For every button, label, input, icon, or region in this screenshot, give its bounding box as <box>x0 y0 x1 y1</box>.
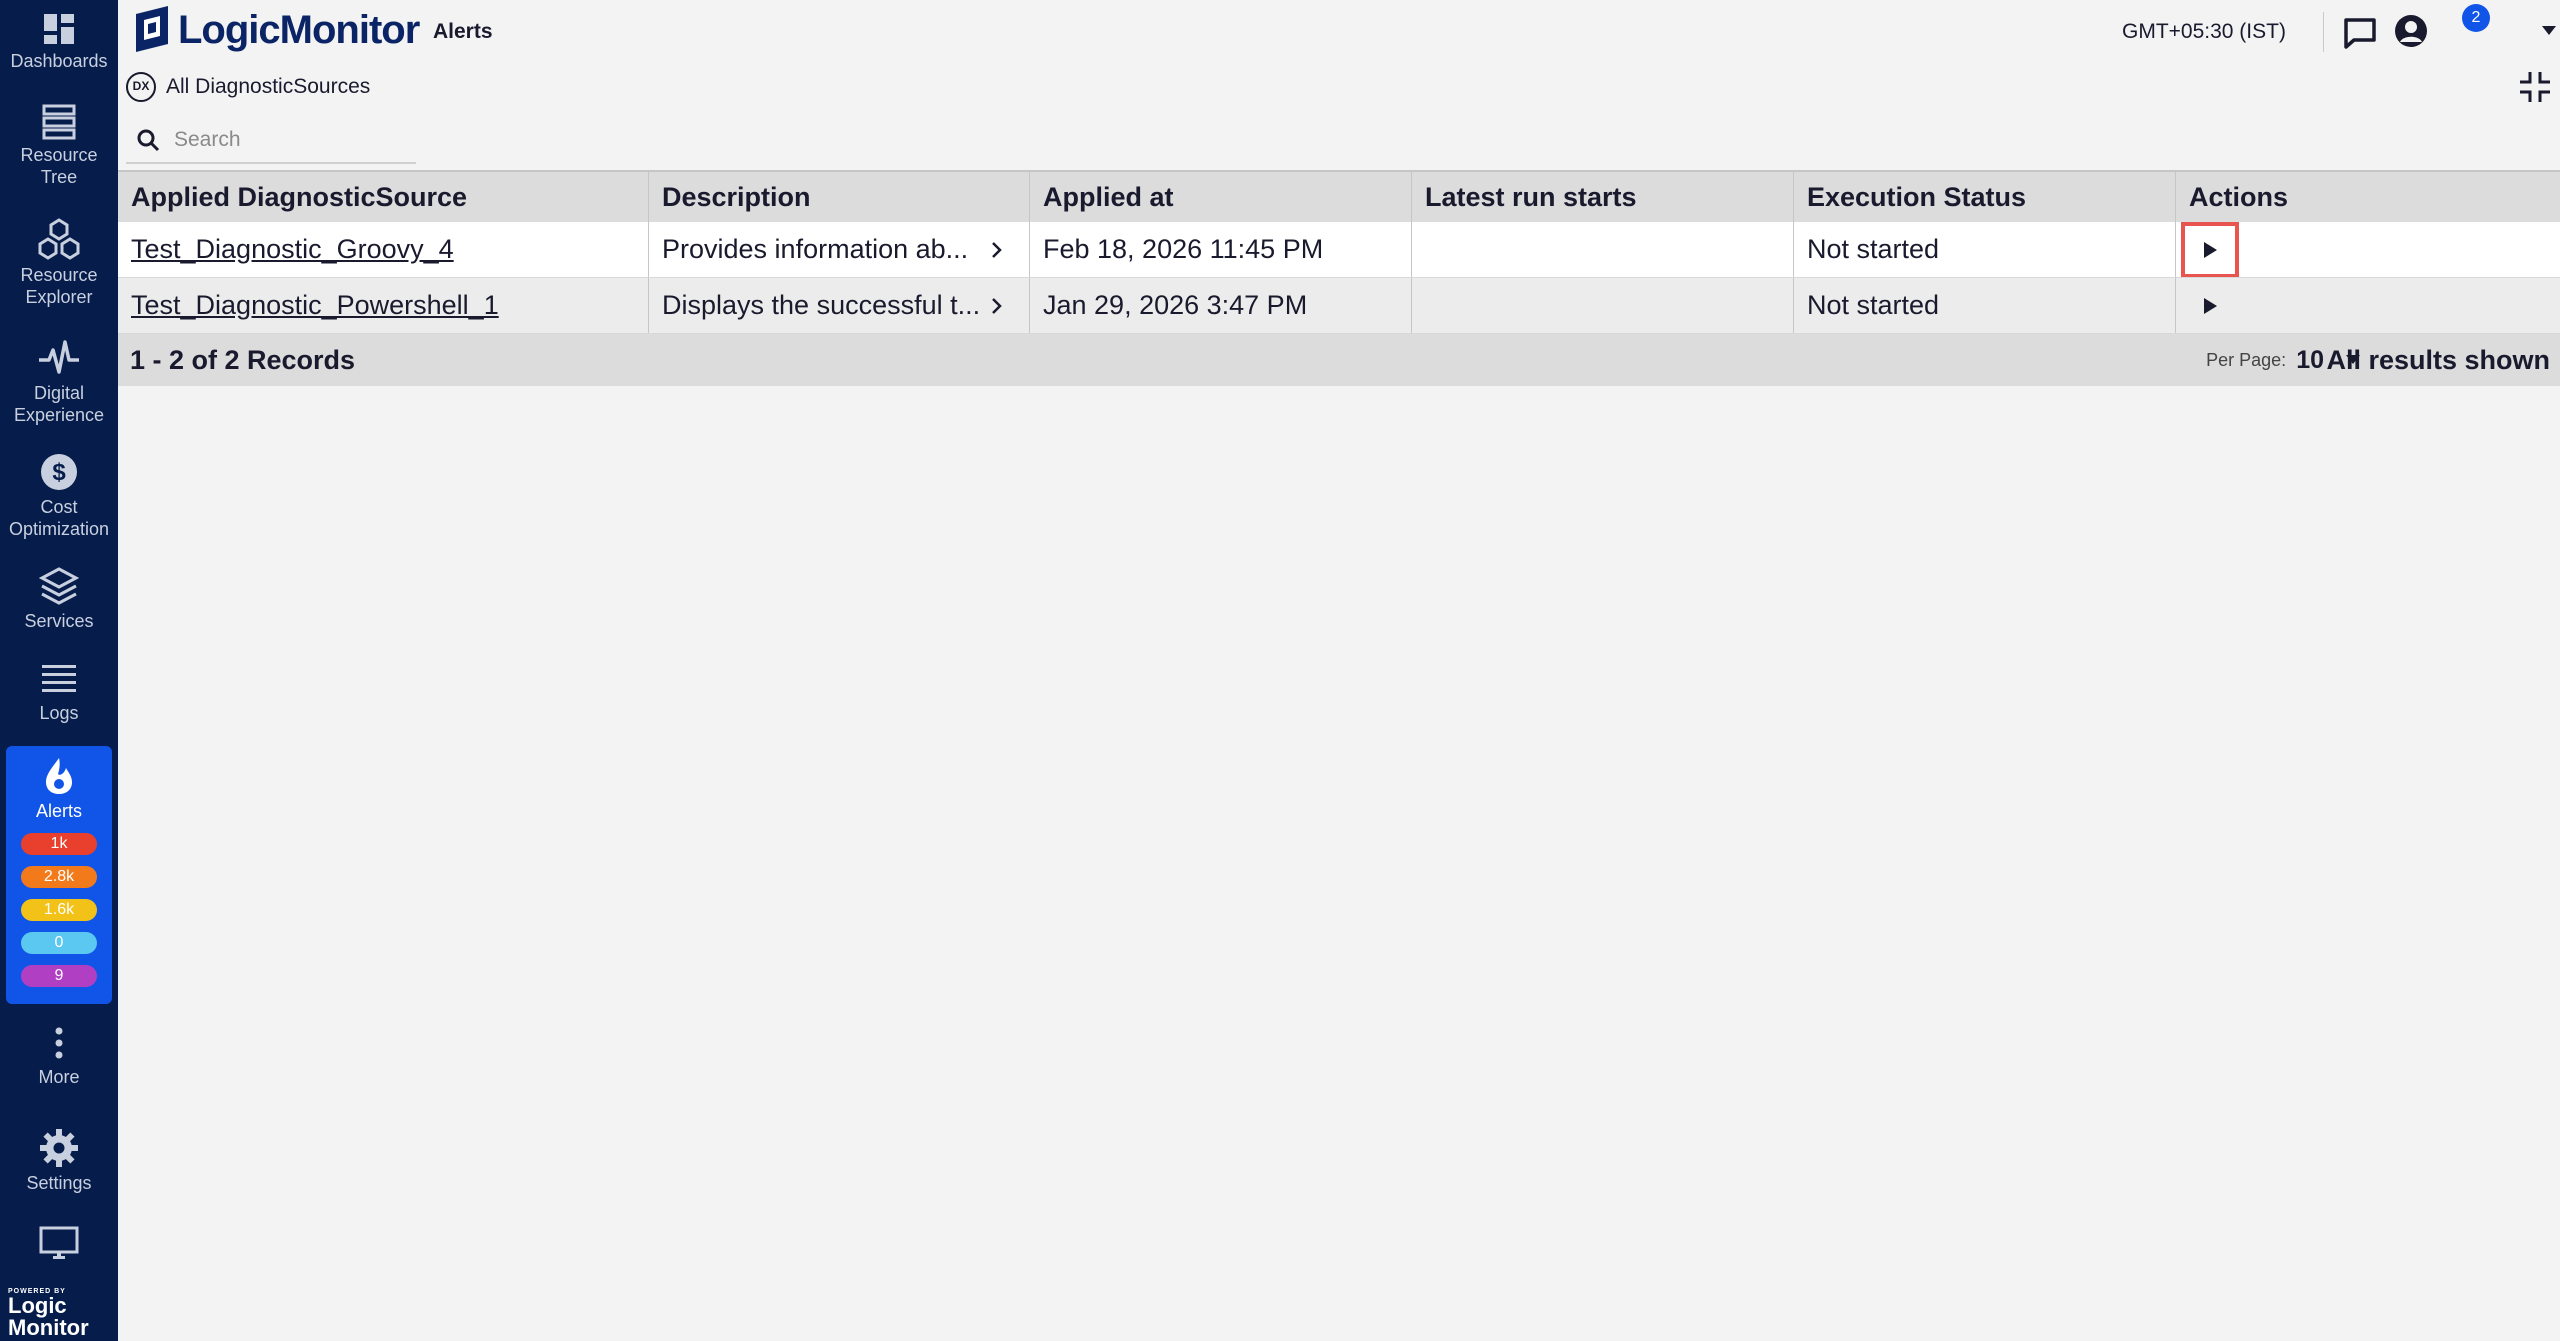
more-icon <box>55 1027 63 1059</box>
nav-display[interactable] <box>0 1226 118 1266</box>
status-cell: Not started <box>1794 278 2176 333</box>
latest-run-cell <box>1412 278 1794 333</box>
nav-services[interactable]: Services <box>0 566 118 632</box>
nav-logs[interactable]: Logs <box>0 662 118 724</box>
table-header-row: Applied DiagnosticSource Description App… <box>118 170 2560 222</box>
alert-badge-info[interactable]: 0 <box>21 932 97 954</box>
gear-icon <box>40 1129 78 1167</box>
diagnostic-source-icon: DX <box>126 72 156 102</box>
svg-text:$: $ <box>52 459 66 486</box>
monitor-icon <box>39 1226 79 1259</box>
flame-icon <box>46 758 72 794</box>
chevron-right-icon[interactable] <box>991 241 1003 259</box>
table-row: Test_Diagnostic_Powershell_1 Displays th… <box>118 278 2560 334</box>
nav-label: Resource Tree <box>20 145 98 187</box>
nav-label: Services <box>24 611 94 631</box>
status-cell: Not started <box>1794 222 2176 277</box>
description-text: Provides information ab... <box>662 234 969 264</box>
user-avatar-icon[interactable] <box>2394 14 2428 48</box>
powered-logo-line2: Monitor <box>8 1315 89 1340</box>
pulse-icon <box>39 340 79 374</box>
breadcrumb: DX All DiagnosticSources <box>126 72 370 102</box>
top-bar: LogicMonitor Alerts GMT+05:30 (IST) 2 ? <box>118 0 2560 62</box>
logs-icon <box>42 665 76 692</box>
nav-cost-optimization[interactable]: $ Cost Optimization <box>0 452 118 540</box>
source-cell: Test_Diagnostic_Groovy_4 <box>118 222 649 277</box>
chat-badge: 2 <box>2462 4 2490 32</box>
search-icon <box>137 129 160 152</box>
nav-label: Settings <box>26 1173 92 1193</box>
dashboards-icon <box>44 14 74 44</box>
alert-badge-error[interactable]: 2.8k <box>21 866 97 888</box>
alert-badge-critical[interactable]: 1k <box>21 833 97 855</box>
table-footer: 1 - 2 of 2 Records Per Page: 10 All resu… <box>118 334 2560 386</box>
play-icon <box>2204 297 2217 314</box>
nav-settings[interactable]: Settings <box>0 1128 118 1194</box>
nav-label: Alerts <box>35 801 82 821</box>
nav-label: Logs <box>39 703 79 723</box>
nav-digital-experience[interactable]: Digital Experience <box>0 338 118 426</box>
powered-logo-line1: Logic <box>8 1293 67 1318</box>
layers-icon <box>39 567 79 605</box>
divider <box>2323 12 2324 52</box>
resource-explorer-icon <box>38 218 80 260</box>
source-link[interactable]: Test_Diagnostic_Groovy_4 <box>131 234 454 265</box>
all-results-label: All results shown <box>2326 344 2550 375</box>
col-header-source[interactable]: Applied DiagnosticSource <box>118 172 649 222</box>
records-count: 1 - 2 of 2 Records <box>130 344 356 375</box>
description-text: Displays the successful t... <box>662 290 981 320</box>
table-row: Test_Diagnostic_Groovy_4 Provides inform… <box>118 222 2560 278</box>
nav-label: Resource Explorer <box>20 265 98 307</box>
logo-text: LogicMonitor <box>178 7 420 52</box>
nav-label: Dashboards <box>10 51 108 71</box>
logicmonitor-logo[interactable]: LogicMonitor <box>130 6 420 54</box>
nav-label: Cost Optimization <box>8 497 110 539</box>
chevron-down-icon[interactable] <box>2542 26 2556 36</box>
chat-icon[interactable] <box>2342 16 2378 50</box>
col-header-actions: Actions <box>2189 181 2289 212</box>
chevron-right-icon[interactable] <box>991 297 1003 315</box>
alert-badge-other[interactable]: 9 <box>21 965 97 987</box>
latest-run-cell <box>1412 222 1794 277</box>
page-title: Alerts <box>433 20 493 43</box>
play-icon <box>2204 241 2217 258</box>
actions-cell <box>2176 222 2560 277</box>
description-cell[interactable]: Displays the successful t... <box>649 278 1030 333</box>
powered-by-logo: POWERED BY Logic Monitor <box>8 1288 89 1339</box>
nav-alerts[interactable]: Alerts 1k 2.8k 1.6k 0 9 <box>6 746 112 1004</box>
source-cell: Test_Diagnostic_Powershell_1 <box>118 278 649 333</box>
col-header-latest-run[interactable]: Latest run starts <box>1412 172 1794 222</box>
nav-resource-tree[interactable]: Resource Tree <box>0 104 118 188</box>
col-header-applied-at[interactable]: Applied at <box>1030 172 1412 222</box>
collapse-icon[interactable] <box>2518 70 2552 104</box>
timezone-label[interactable]: GMT+05:30 (IST) <box>2122 20 2286 44</box>
source-link[interactable]: Test_Diagnostic_Powershell_1 <box>131 290 499 321</box>
nav-label: Digital Experience <box>13 383 105 425</box>
per-page-label: Per Page: <box>2206 349 2287 370</box>
breadcrumb-label[interactable]: All DiagnosticSources <box>166 75 370 99</box>
search-input[interactable] <box>174 128 394 152</box>
logo-mark-icon <box>136 6 168 52</box>
sidebar-nav: Dashboards Resource Tree Resource Explor… <box>0 0 118 1341</box>
description-cell[interactable]: Provides information ab... <box>649 222 1030 277</box>
col-header-description[interactable]: Description <box>649 172 1030 222</box>
run-button[interactable] <box>2192 288 2228 324</box>
per-page-value[interactable]: 10 <box>2296 346 2324 375</box>
nav-label: More <box>38 1067 80 1087</box>
diagnostic-sources-table: Applied DiagnosticSource Description App… <box>118 170 2560 386</box>
alert-badge-warning[interactable]: 1.6k <box>21 899 97 921</box>
nav-more[interactable]: More <box>0 1026 118 1088</box>
search-box <box>126 118 416 164</box>
resource-tree-icon <box>42 104 76 140</box>
applied-at-cell: Jan 29, 2026 3:47 PM <box>1030 278 1412 333</box>
dollar-icon: $ <box>41 454 77 490</box>
nav-resource-explorer[interactable]: Resource Explorer <box>0 218 118 308</box>
nav-dashboards[interactable]: Dashboards <box>0 12 118 72</box>
col-header-status[interactable]: Execution Status <box>1794 172 2176 222</box>
actions-cell <box>2176 278 2560 333</box>
applied-at-cell: Feb 18, 2026 11:45 PM <box>1030 222 1412 277</box>
run-button[interactable] <box>2181 222 2239 277</box>
